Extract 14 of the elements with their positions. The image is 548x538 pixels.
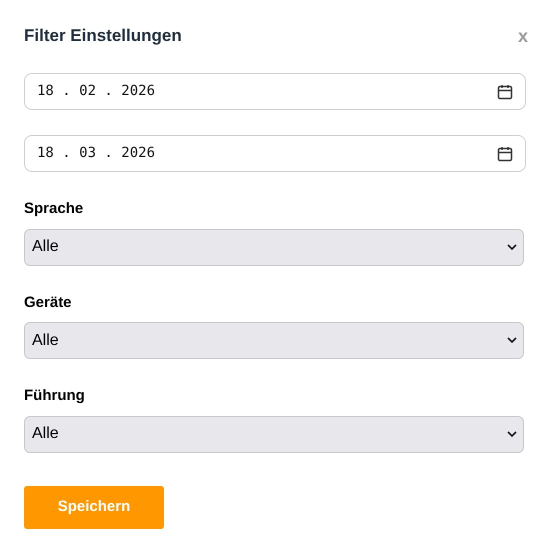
chevron-icon: [507, 337, 517, 344]
chevron-icon: [507, 244, 517, 250]
calendar-icon[interactable]: [497, 84, 513, 100]
select-field[interactable]: Alle: [24, 416, 524, 452]
chevron-icon: [507, 430, 517, 438]
select-field[interactable]: Alle: [24, 228, 524, 266]
date-field[interactable]: 18 . 03 . 2026: [24, 135, 526, 172]
select-field[interactable]: Alle: [24, 322, 524, 359]
dialog-title: Filter Einstellungen: [24, 25, 182, 48]
date-field[interactable]: 18 . 02 . 2026: [24, 73, 526, 110]
field-label: Führung: [24, 386, 86, 406]
field-label: Geräte: [24, 292, 73, 312]
field-label: Sprache: [24, 199, 84, 219]
calendar-icon[interactable]: [497, 146, 513, 162]
